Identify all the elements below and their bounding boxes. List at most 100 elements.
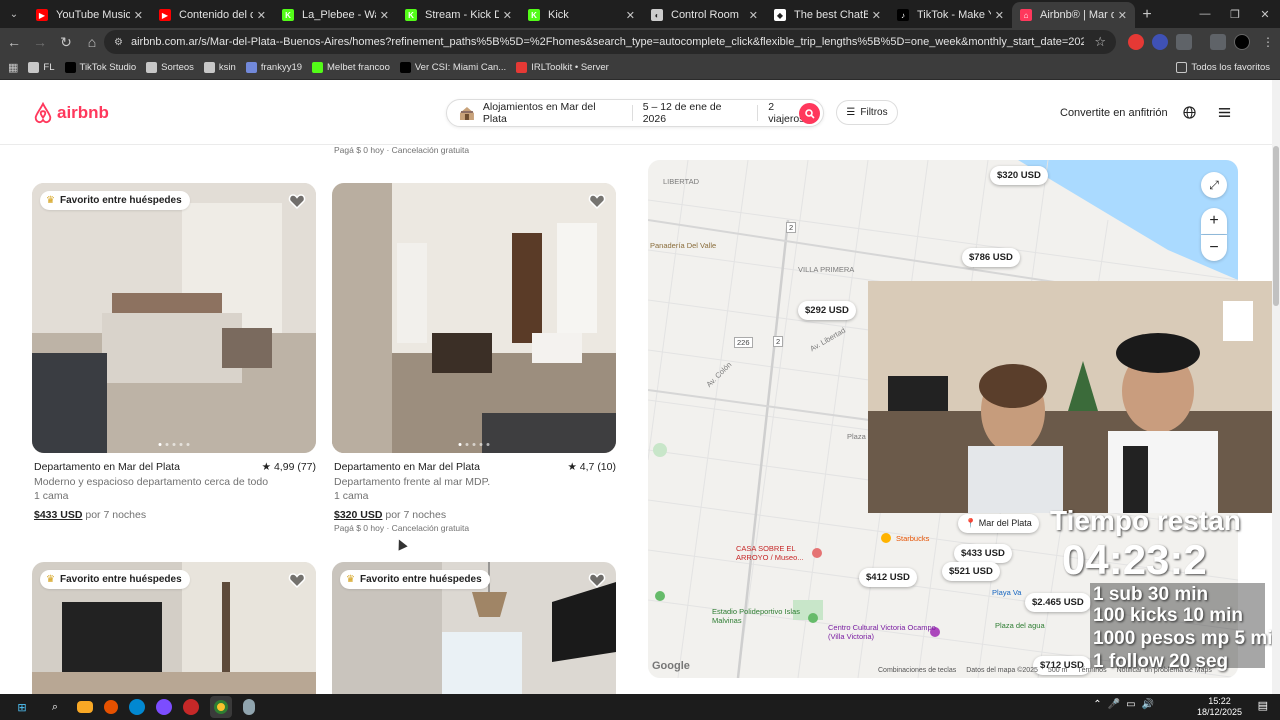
browser-tab[interactable]: ▶ YouTube Music ✕ <box>28 2 151 28</box>
tab-search-icon[interactable]: ⌄ <box>0 0 28 28</box>
bookmark-item[interactable]: Ver CSI: Miami Can... <box>399 62 506 73</box>
airbnb-logo[interactable]: airbnb <box>32 102 109 124</box>
windows-start-icon[interactable]: ⊞ <box>11 696 33 718</box>
app-icon[interactable] <box>104 700 118 714</box>
browser-tab[interactable]: K Stream - Kick Dashbo ✕ <box>397 2 520 28</box>
browser-tab[interactable]: ◐ Control Room ✕ <box>643 2 766 28</box>
listing-card[interactable]: ♛ Favorito entre huéspedes <box>32 562 316 702</box>
app-icon[interactable] <box>243 699 255 715</box>
bookmark-item[interactable]: frankyy19 <box>245 62 302 73</box>
tab-favicon-icon: K <box>528 9 540 21</box>
listing-card[interactable]: ♛ Favorito entre huéspedes <box>332 562 616 702</box>
browser-toolbar: ← → ↻ ⌂ ⚙ airbnb.com.ar/s/Mar-del-Plata-… <box>0 28 1280 56</box>
zoom-in-button[interactable]: + <box>1201 208 1227 234</box>
search-icon[interactable]: ⌕ <box>44 696 66 718</box>
tab-close-icon[interactable]: ✕ <box>380 9 389 22</box>
back-icon[interactable]: ← <box>2 30 26 54</box>
home-icon[interactable]: ⌂ <box>80 30 104 54</box>
globe-icon[interactable] <box>1183 106 1196 119</box>
extension-icon[interactable] <box>1128 34 1144 50</box>
browser-tab[interactable]: ▶ Contenido del canal ✕ <box>151 2 274 28</box>
extension-icon[interactable] <box>1152 34 1168 50</box>
minimize-icon[interactable]: — <box>1190 0 1220 28</box>
search-dates[interactable]: 5 – 12 de ene de 2026 <box>633 101 759 125</box>
restore-icon[interactable]: ❐ <box>1220 0 1250 28</box>
price-pin[interactable]: $786 USD <box>962 248 1020 267</box>
price-pin[interactable]: $412 USD <box>859 568 917 587</box>
all-bookmarks[interactable]: Todos los favoritos <box>1176 62 1270 73</box>
apps-grid-icon[interactable]: ▦ <box>8 61 18 74</box>
price-pin[interactable]: $292 USD <box>798 301 856 320</box>
price-pin[interactable]: $521 USD <box>942 562 1000 581</box>
google-logo: Google <box>652 660 690 672</box>
search-location[interactable]: Alojamientos en Mar del Plata <box>447 101 633 125</box>
tab-close-icon[interactable]: ✕ <box>872 9 881 22</box>
bookmark-item[interactable]: ksin <box>203 62 236 73</box>
become-host-link[interactable]: Convertite en anfitrión <box>1060 107 1168 119</box>
new-tab-button[interactable]: + <box>1135 2 1159 28</box>
chrome-icon[interactable] <box>210 696 232 718</box>
heart-icon[interactable] <box>588 571 606 589</box>
tab-close-icon[interactable]: ✕ <box>257 9 266 22</box>
tab-favicon-icon: ◆ <box>774 9 786 21</box>
bookmark-star-icon[interactable]: ☆ <box>1094 34 1106 50</box>
listing-card[interactable]: Departamento en Mar del Plata ★ 4,7 (10) … <box>332 183 616 533</box>
listing-photo[interactable]: ♛ Favorito entre huéspedes <box>32 183 316 453</box>
notifications-icon[interactable]: ▤ <box>1258 699 1268 712</box>
extensions-puzzle-icon[interactable] <box>1176 34 1192 50</box>
browser-menu-icon[interactable]: ⋮ <box>1260 34 1276 50</box>
heart-icon[interactable] <box>288 192 306 210</box>
trophy-icon: ♛ <box>46 574 55 585</box>
zoom-out-button[interactable]: − <box>1201 235 1227 261</box>
price-pin[interactable]: $320 USD <box>990 166 1048 185</box>
site-info-icon[interactable]: ⚙ <box>114 37 123 48</box>
file-explorer-icon[interactable] <box>77 701 93 713</box>
listing-card[interactable]: ♛ Favorito entre huéspedes Departamento e… <box>32 183 316 521</box>
listing-photo[interactable]: ♛ Favorito entre huéspedes <box>32 562 316 702</box>
tab-close-icon[interactable]: ✕ <box>1118 9 1127 22</box>
browser-tab[interactable]: K La_Plebee - Watch the ✕ <box>274 2 397 28</box>
heart-icon[interactable] <box>288 571 306 589</box>
media-control-icon[interactable] <box>1210 34 1226 50</box>
scrollbar-thumb[interactable] <box>1273 146 1279 306</box>
tab-close-icon[interactable]: ✕ <box>134 9 143 22</box>
bookmark-item[interactable]: Sorteos <box>146 62 194 73</box>
close-window-icon[interactable]: ✕ <box>1250 0 1280 28</box>
keyboard-shortcuts-link[interactable]: Combinaciones de teclas <box>878 667 956 674</box>
obs-icon[interactable] <box>156 699 172 715</box>
listing-price[interactable]: $433 USD <box>34 509 82 521</box>
menu-icon[interactable] <box>1218 106 1231 119</box>
edge-icon[interactable] <box>129 699 145 715</box>
search-button[interactable] <box>799 103 820 124</box>
filters-button[interactable]: ☰ Filtros <box>836 100 898 125</box>
taskbar-clock[interactable]: 15:22 18/12/2025 <box>1197 696 1242 718</box>
bookmark-item[interactable]: Melbet francoo <box>312 62 390 73</box>
app-icon[interactable] <box>183 699 199 715</box>
tab-close-icon[interactable]: ✕ <box>749 9 758 22</box>
system-tray-icons[interactable]: ⌃🎤▭🔊 <box>1093 699 1160 710</box>
price-pin[interactable]: $2.465 USD <box>1025 593 1091 612</box>
address-bar[interactable]: ⚙ airbnb.com.ar/s/Mar-del-Plata--Buenos-… <box>104 30 1116 54</box>
bookmark-item[interactable]: TikTok Studio <box>64 62 136 73</box>
bookmark-icon <box>312 62 324 73</box>
browser-tab[interactable]: K Kick ✕ <box>520 2 643 28</box>
forward-icon[interactable]: → <box>28 30 52 54</box>
bookmark-item[interactable]: FL <box>28 62 55 73</box>
listing-price[interactable]: $320 USD <box>334 509 382 521</box>
browser-tab[interactable]: ◆ The best ChatBot and ✕ <box>766 2 889 28</box>
page-scrollbar[interactable] <box>1272 80 1280 694</box>
listing-photo[interactable]: ♛ Favorito entre huéspedes <box>332 562 616 702</box>
tab-close-icon[interactable]: ✕ <box>995 9 1004 22</box>
listing-photo[interactable] <box>332 183 616 453</box>
bookmark-item[interactable]: IRLToolkit • Server <box>516 62 609 73</box>
tab-close-icon[interactable]: ✕ <box>626 9 635 22</box>
price-pin[interactable]: $433 USD <box>954 544 1012 563</box>
search-bar[interactable]: Alojamientos en Mar del Plata 5 – 12 de … <box>446 99 824 127</box>
tab-close-icon[interactable]: ✕ <box>503 9 512 22</box>
browser-tab[interactable]: ♪ TikTok - Make Your D ✕ <box>889 2 1012 28</box>
browser-tab[interactable]: ⌂ Airbnb® | Mar del Pl ✕ <box>1012 2 1135 28</box>
profile-avatar[interactable] <box>1234 34 1250 50</box>
expand-map-icon[interactable]: ⤢ <box>1201 172 1227 198</box>
heart-icon[interactable] <box>588 192 606 210</box>
reload-icon[interactable]: ↻ <box>54 30 78 54</box>
